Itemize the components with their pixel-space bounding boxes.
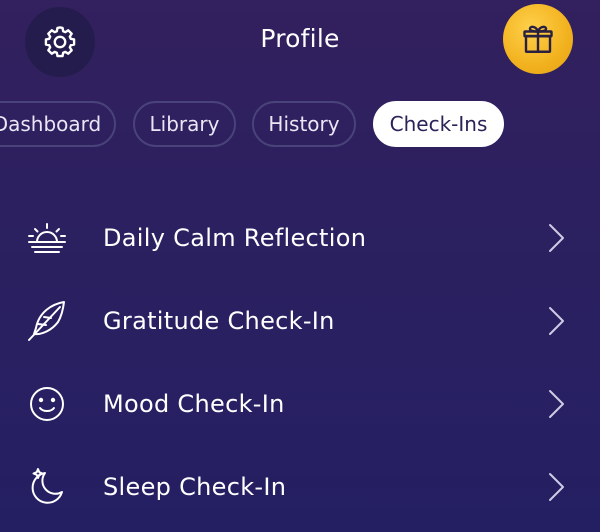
- tab-library[interactable]: Library: [133, 101, 236, 147]
- chevron-right-icon: [549, 306, 564, 335]
- gift-icon: [523, 25, 553, 53]
- list-item-daily-calm-reflection[interactable]: Daily Calm Reflection: [0, 196, 600, 279]
- list-item-label: Daily Calm Reflection: [103, 223, 367, 252]
- list-item-label: Mood Check-In: [103, 389, 285, 418]
- tab-check-ins[interactable]: Check-Ins: [373, 101, 504, 147]
- smiley-icon: [24, 381, 70, 427]
- gift-button[interactable]: [503, 4, 573, 74]
- list-item-label: Sleep Check-In: [103, 472, 287, 501]
- chevron-right-icon: [549, 472, 564, 501]
- tab-bar: Dashboard Library History Check-Ins: [0, 101, 600, 147]
- moon-icon: [24, 464, 70, 510]
- list-item-sleep-check-in[interactable]: Sleep Check-In: [0, 445, 600, 528]
- check-in-list: Daily Calm Reflection Gratitude Check-In: [0, 196, 600, 528]
- list-item-label: Gratitude Check-In: [103, 306, 335, 335]
- chevron-right-icon: [549, 389, 564, 418]
- chevron-right-icon: [549, 223, 564, 252]
- tab-dashboard[interactable]: Dashboard: [0, 101, 116, 147]
- list-item-mood-check-in[interactable]: Mood Check-In: [0, 362, 600, 445]
- sunrise-icon: [24, 215, 70, 261]
- feather-icon: [24, 298, 70, 344]
- tab-history[interactable]: History: [252, 101, 356, 147]
- list-item-gratitude-check-in[interactable]: Gratitude Check-In: [0, 279, 600, 362]
